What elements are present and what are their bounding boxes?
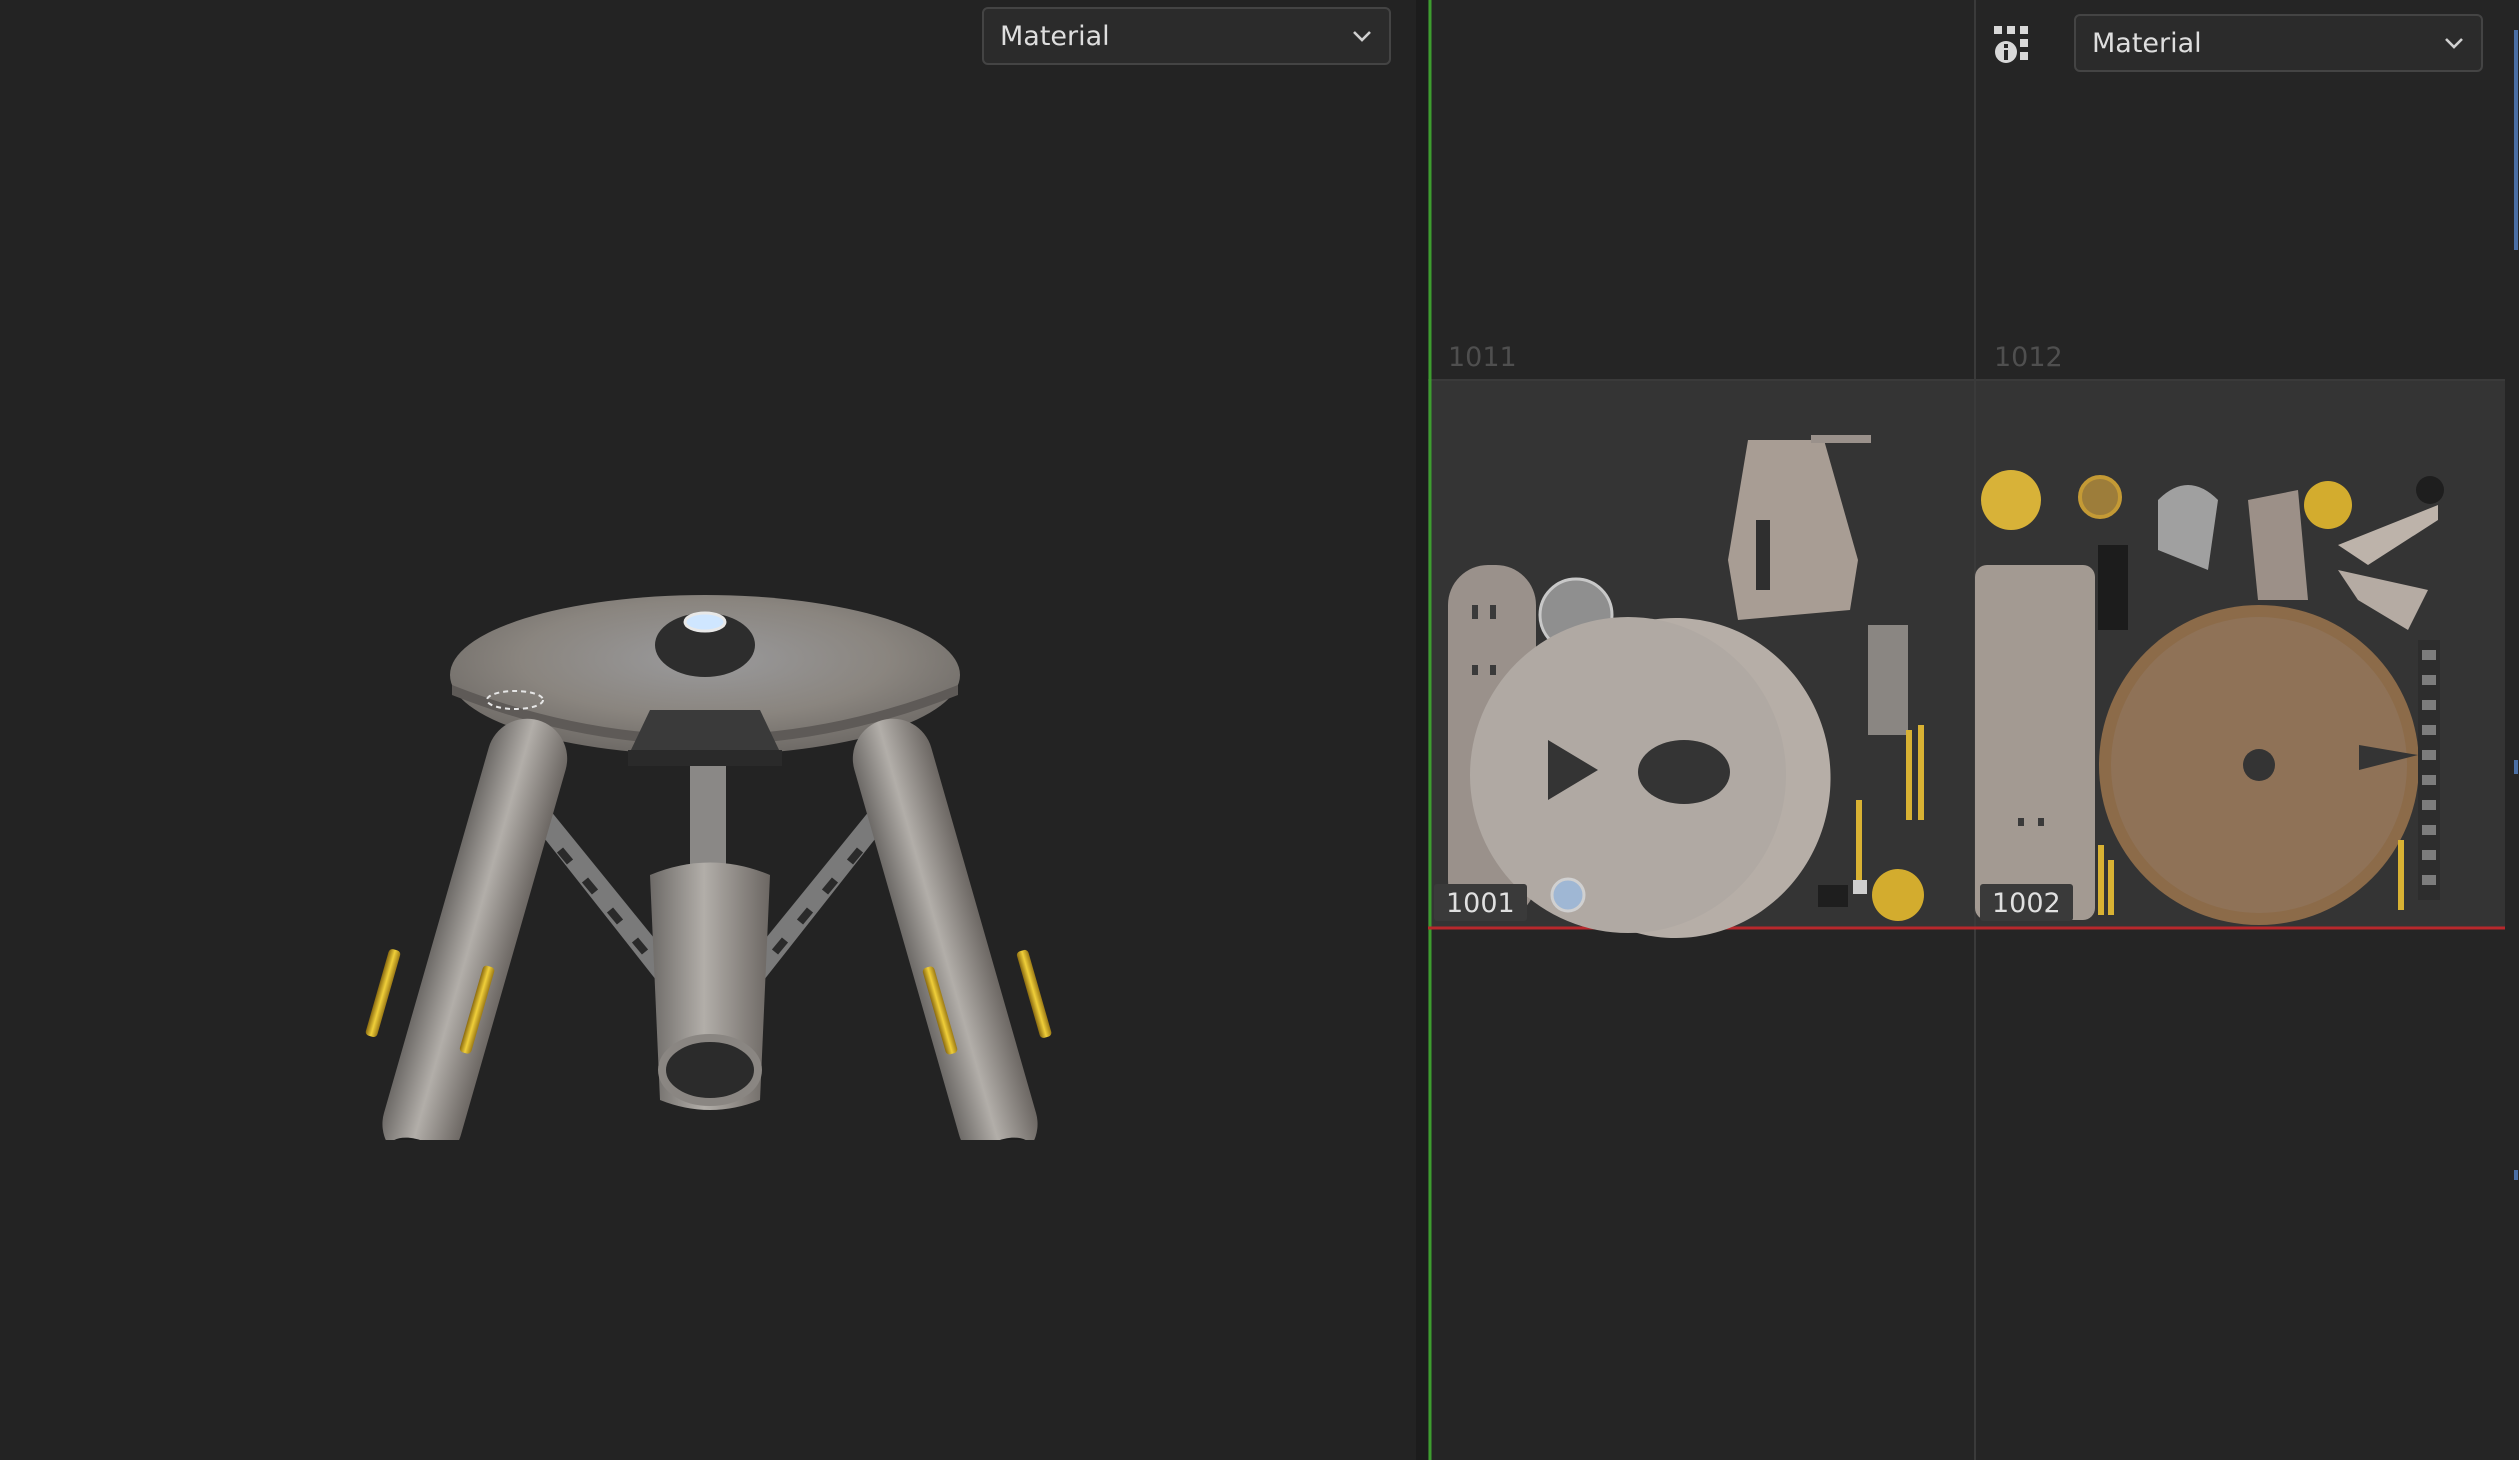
overlay-tools-button[interactable] (1990, 22, 2036, 68)
dropdown-label: Material (1000, 20, 1110, 52)
udim-tile-label-1002: 1002 (1980, 884, 2073, 921)
uv-editor[interactable]: 1011 1012 1001 1002 Material (1428, 0, 2519, 1460)
chevron-down-icon (2445, 38, 2463, 49)
viewport-shading-dropdown[interactable]: Material (982, 7, 1391, 65)
udim-tile-label-1011: 1011 (1448, 342, 1517, 373)
uv-grid (1428, 0, 2518, 1460)
grid-info-icon (1994, 26, 2028, 63)
spaceship-model[interactable] (360, 570, 1060, 1140)
area-divider[interactable] (1416, 0, 1428, 1460)
dropdown-label: Material (2092, 27, 2202, 59)
udim-tile-label-1012: 1012 (1994, 342, 2063, 373)
3d-viewport[interactable]: Material (0, 0, 1416, 1460)
uv-shading-dropdown[interactable]: Material (2074, 14, 2483, 72)
chevron-down-icon (1353, 31, 1371, 42)
udim-tile-label-1001: 1001 (1434, 884, 1527, 921)
